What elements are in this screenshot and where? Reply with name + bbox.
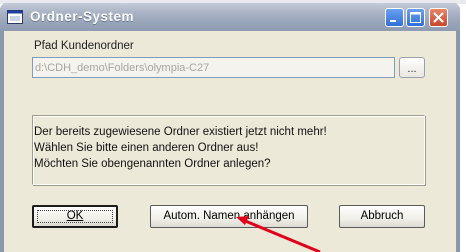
auto-name-button-label: Autom. Namen anhängen [163, 210, 295, 222]
window-title: Ordner-System [30, 9, 135, 24]
maximize-icon [410, 12, 421, 23]
close-icon [433, 12, 444, 23]
minimize-button[interactable] [385, 8, 404, 27]
dialog-window: Ordner-System Pfad Kundenordner ... Der … [0, 3, 460, 252]
cancel-button[interactable]: Abbruch [339, 205, 425, 228]
path-input[interactable] [32, 57, 395, 78]
path-label: Pfad Kundenordner [34, 40, 134, 52]
title-bar[interactable]: Ordner-System [0, 3, 460, 31]
message-line-2: Wählen Sie bitte einen anderen Ordner au… [34, 142, 259, 154]
browse-button[interactable]: ... [399, 57, 425, 78]
focus-rectangle [37, 210, 113, 223]
message-line-1: Der bereits zugewiesene Ordner existiert… [34, 126, 327, 138]
dialog-client-area: Pfad Kundenordner ... Der bereits zugewi… [4, 31, 456, 252]
message-line-3: Möchten Sie obengenannten Ordner anlegen… [34, 158, 271, 170]
ok-button[interactable]: OK [32, 205, 118, 228]
auto-name-button[interactable]: Autom. Namen anhängen [150, 205, 308, 228]
minimize-icon [390, 20, 396, 22]
background-strip-right [460, 30, 466, 252]
app-window-icon [7, 10, 23, 24]
maximize-button[interactable] [406, 8, 425, 27]
cancel-button-label: Abbruch [360, 210, 404, 222]
close-button[interactable] [429, 8, 448, 27]
